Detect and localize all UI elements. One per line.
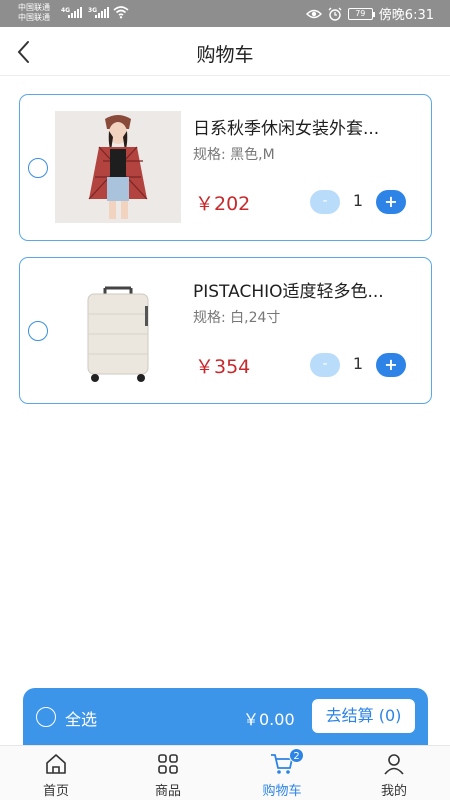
quantity-increase-button[interactable]: +: [376, 190, 406, 214]
carrier-info: 中国联通 中国联通: [18, 3, 50, 23]
item-name[interactable]: 日系秋季休闲女装外套...: [193, 114, 415, 139]
carrier-2-label: 中国联通: [18, 13, 50, 22]
page-title: 购物车: [196, 44, 254, 66]
quantity-increase-button[interactable]: +: [376, 353, 406, 377]
item-select-radio[interactable]: [28, 158, 48, 178]
quantity-decrease-button[interactable]: -: [310, 353, 340, 377]
item-price: ￥354: [195, 356, 251, 378]
grid-icon: [158, 754, 178, 774]
status-bar: 中国联通 中国联通 4G 3G 79 傍晚6:31: [0, 0, 450, 27]
tab-home-label: 首页: [42, 784, 69, 799]
total-amount: ￥0.00: [243, 710, 295, 729]
tab-cart-label: 购物车: [262, 784, 302, 799]
status-right-group: 79 傍晚6:31: [305, 4, 434, 23]
cart-item-1: 日系秋季休闲女装外套... 规格: 黑色,M ￥202 - 1 +: [19, 94, 432, 241]
quantity-value: 1: [352, 354, 364, 373]
signal-icon: [68, 7, 82, 18]
tab-home[interactable]: 首页: [0, 746, 112, 800]
quantity-decrease-button[interactable]: -: [310, 190, 340, 214]
item-price: ￥202: [195, 193, 251, 215]
tab-profile-label: 我的: [380, 784, 407, 799]
tab-products-label: 商品: [154, 784, 181, 799]
quantity-value: 1: [352, 191, 364, 210]
tab-profile[interactable]: 我的: [338, 746, 450, 800]
cart-item-2: PISTACHIO适度轻多色... 规格: 白,24寸 ￥354 - 1 +: [19, 257, 432, 404]
select-all-label[interactable]: 全选: [65, 706, 97, 730]
clock-label: 傍晚6:31: [378, 8, 434, 23]
carrier-1-label: 中国联通: [18, 3, 50, 12]
product-image-suitcase[interactable]: [55, 274, 181, 386]
tab-bar: 首页 商品 2 购物车 我的: [0, 745, 450, 800]
product-photo: [55, 274, 181, 386]
eye-icon: [305, 9, 322, 18]
checkout-bar: 全选 ￥0.00 去结算 (0): [23, 688, 428, 745]
user-icon: [384, 754, 404, 775]
item-select-radio[interactable]: [28, 321, 48, 341]
cart-count-badge: 2: [289, 748, 304, 763]
product-photo: [55, 111, 181, 223]
signal-icon-2: [95, 7, 109, 18]
tab-cart[interactable]: 2 购物车: [226, 746, 338, 800]
tab-products[interactable]: 商品: [112, 746, 224, 800]
checkout-button[interactable]: 去结算 (0): [312, 699, 415, 733]
select-all-radio[interactable]: [36, 707, 56, 727]
item-name[interactable]: PISTACHIO适度轻多色...: [193, 277, 415, 302]
item-spec: 规格: 白,24寸: [193, 310, 281, 326]
alarm-icon: [328, 7, 342, 21]
home-icon: [46, 754, 66, 774]
product-image-jacket[interactable]: [55, 111, 181, 223]
nav-header: 购物车: [0, 27, 450, 76]
wifi-icon: [113, 6, 129, 19]
item-spec: 规格: 黑色,M: [193, 147, 275, 163]
battery-icon: 79: [347, 7, 375, 20]
